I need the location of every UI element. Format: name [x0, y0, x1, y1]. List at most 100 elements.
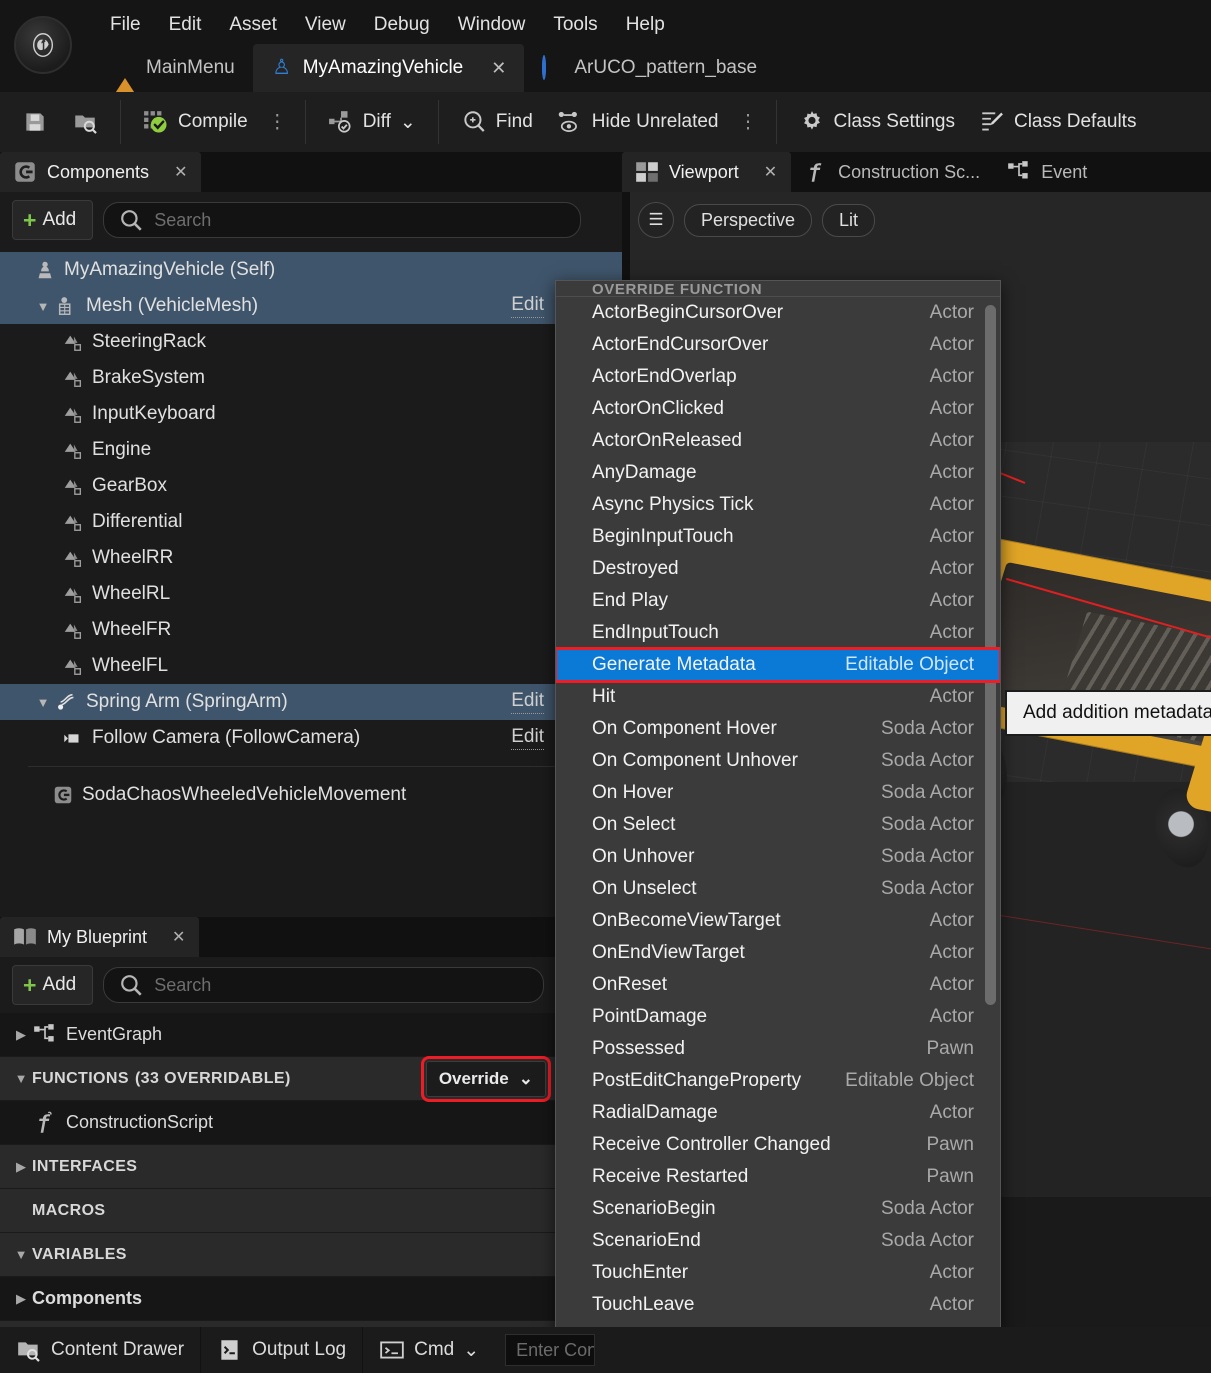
console-command-input[interactable]: Enter Console Command	[505, 1334, 596, 1366]
diff-button[interactable]: Diff ⌄	[316, 102, 428, 142]
unreal-engine-logo-icon[interactable]	[14, 16, 72, 74]
tab-components[interactable]: Components ✕	[0, 152, 202, 192]
override-menu-item[interactable]: OnEndViewTarget Actor	[556, 937, 1000, 969]
tree-item-myamazingvehicle-self[interactable]: MyAmazingVehicle (Self)	[0, 252, 622, 288]
override-menu-item[interactable]: AnyDamage Actor	[556, 457, 1000, 489]
blueprint-variable-group-components[interactable]: ▶ Components	[0, 1277, 556, 1321]
override-menu-item[interactable]: TouchEnter Actor	[556, 1257, 1000, 1289]
tree-item-wheelrr[interactable]: WheelRR	[0, 540, 622, 576]
override-menu-item[interactable]: ActorOnClicked Actor	[556, 393, 1000, 425]
tree-item-sodachaoswheeledvehiclemovement[interactable]: SodaChaosWheeledVehicleMovement	[0, 777, 622, 813]
menu-item-window[interactable]: Window	[444, 8, 540, 42]
override-function-dropdown[interactable]: OVERRIDE FUNCTION ActorBeginCursorOver Ac…	[555, 280, 1001, 1367]
menu-item-help[interactable]: Help	[612, 8, 679, 42]
override-menu-item[interactable]: On Hover Soda Actor	[556, 777, 1000, 809]
hide-unrelated-options-kebab-icon[interactable]: ⋮	[731, 105, 766, 140]
override-menu-item[interactable]: RadialDamage Actor	[556, 1097, 1000, 1129]
override-menu-item[interactable]: PostEditChangeProperty Editable Object	[556, 1065, 1000, 1097]
tree-item-differential[interactable]: Differential	[0, 504, 622, 540]
content-drawer-button[interactable]: Content Drawer	[0, 1327, 202, 1373]
override-menu-item[interactable]: ActorEndOverlap Actor	[556, 361, 1000, 393]
edit-link[interactable]: Edit	[511, 294, 544, 318]
override-menu-item[interactable]: BeginInputTouch Actor	[556, 521, 1000, 553]
override-menu-item[interactable]: ScenarioEnd Soda Actor	[556, 1225, 1000, 1257]
tree-item-steeringrack[interactable]: SteeringRack	[0, 324, 622, 360]
menu-item-edit[interactable]: Edit	[155, 8, 216, 42]
override-menu-item[interactable]: Receive Controller Changed Pawn	[556, 1129, 1000, 1161]
override-menu-item[interactable]: OnBecomeViewTarget Actor	[556, 905, 1000, 937]
override-menu-scrollbar[interactable]	[985, 305, 996, 1345]
override-menu-item[interactable]: PointDamage Actor	[556, 1001, 1000, 1033]
tree-item-follow-camera[interactable]: Follow Camera (FollowCamera) Edit	[0, 720, 622, 756]
override-menu-item[interactable]: ActorEndCursorOver Actor	[556, 329, 1000, 361]
output-log-button[interactable]: Output Log	[201, 1327, 364, 1373]
blueprint-item-eventgraph[interactable]: ▶ EventGraph	[0, 1013, 556, 1057]
class-defaults-button[interactable]: Class Defaults	[967, 102, 1149, 142]
close-icon[interactable]: ✕	[764, 162, 777, 182]
menu-item-view[interactable]: View	[291, 8, 360, 42]
chevron-down-icon[interactable]: ▼	[10, 1247, 32, 1262]
chevron-right-icon[interactable]: ▶	[10, 1027, 32, 1043]
add-component-button[interactable]: + Add	[12, 200, 94, 240]
close-icon[interactable]: ✕	[172, 927, 185, 947]
override-menu-item[interactable]: ScenarioBegin Soda Actor	[556, 1193, 1000, 1225]
chevron-right-icon[interactable]: ▶	[10, 1159, 32, 1175]
edit-link[interactable]: Edit	[511, 690, 544, 714]
components-search-input[interactable]: Search	[103, 202, 582, 238]
myblueprint-search-input[interactable]: Search	[103, 967, 544, 1003]
chevron-down-icon[interactable]: ▼	[32, 695, 54, 710]
override-menu-item[interactable]: EndInputTouch Actor	[556, 617, 1000, 649]
blueprint-category-variables[interactable]: ▼ VARIABLES	[0, 1233, 556, 1277]
asset-tab-aruco-pattern-base[interactable]: ArUCO_pattern_base	[524, 44, 775, 92]
viewport-shading-mode-button[interactable]: Lit	[822, 203, 876, 237]
override-menu-item[interactable]: On Component Unhover Soda Actor	[556, 745, 1000, 777]
override-menu-item[interactable]: On Unhover Soda Actor	[556, 841, 1000, 873]
menu-item-file[interactable]: File	[96, 8, 155, 42]
tree-item-wheelfl[interactable]: WheelFL	[0, 648, 622, 684]
menu-item-tools[interactable]: Tools	[539, 8, 611, 42]
tree-item-wheelrl[interactable]: WheelRL	[0, 576, 622, 612]
save-button[interactable]	[10, 102, 60, 142]
hide-unrelated-button[interactable]: Hide Unrelated	[545, 102, 731, 142]
tab-event-graph[interactable]: Event	[994, 152, 1101, 192]
tab-viewport[interactable]: Viewport ✕	[622, 152, 792, 192]
tree-item-spring-arm[interactable]: ▼ Spring Arm (SpringArm) Edit	[0, 684, 622, 720]
browse-to-asset-button[interactable]	[60, 102, 110, 142]
chevron-down-icon[interactable]: ▼	[32, 299, 54, 314]
viewport-options-menu-icon[interactable]: ☰	[638, 202, 674, 238]
asset-tab-myamazingvehicle[interactable]: ♙ MyAmazingVehicle ✕	[252, 44, 525, 92]
override-menu-item[interactable]: ActorBeginCursorOver Actor	[556, 297, 1000, 329]
class-settings-button[interactable]: Class Settings	[787, 102, 967, 142]
cmd-button[interactable]: Cmd ⌄	[363, 1327, 495, 1373]
compile-options-kebab-icon[interactable]: ⋮	[260, 105, 295, 140]
add-blueprint-item-button[interactable]: + Add	[12, 965, 94, 1005]
tree-item-wheelfr[interactable]: WheelFR	[0, 612, 622, 648]
override-menu-item[interactable]: On Unselect Soda Actor	[556, 873, 1000, 905]
chevron-right-icon[interactable]: ▶	[10, 1291, 32, 1307]
tree-item-mesh-vehiclemesh[interactable]: ▼ Mesh (VehicleMesh) Edit	[0, 288, 622, 324]
close-icon[interactable]: ✕	[174, 162, 187, 182]
tree-item-engine[interactable]: Engine	[0, 432, 622, 468]
override-menu-item[interactable]: On Select Soda Actor	[556, 809, 1000, 841]
override-dropdown-button[interactable]: Override ⌄	[420, 1055, 552, 1102]
tree-item-inputkeyboard[interactable]: InputKeyboard	[0, 396, 622, 432]
tree-item-gearbox[interactable]: GearBox	[0, 468, 622, 504]
chevron-down-icon[interactable]: ▼	[10, 1071, 32, 1086]
override-menu-item[interactable]: OnReset Actor	[556, 969, 1000, 1001]
menu-item-asset[interactable]: Asset	[215, 8, 291, 42]
override-menu-item[interactable]: Destroyed Actor	[556, 553, 1000, 585]
override-menu-item[interactable]: On Component Hover Soda Actor	[556, 713, 1000, 745]
override-menu-item[interactable]: End Play Actor	[556, 585, 1000, 617]
viewport-view-mode-button[interactable]: Perspective	[684, 203, 813, 237]
override-menu-item[interactable]: Hit Actor	[556, 681, 1000, 713]
override-menu-item[interactable]: Receive Restarted Pawn	[556, 1161, 1000, 1193]
compile-button[interactable]: Compile	[131, 102, 260, 142]
override-menu-item[interactable]: Generate Metadata Editable Object	[556, 647, 1000, 683]
asset-tab-mainmenu[interactable]: MainMenu	[96, 44, 253, 95]
blueprint-item-constructionscript[interactable]: ConstructionScript	[0, 1101, 556, 1145]
override-menu-item[interactable]: TouchLeave Actor	[556, 1289, 1000, 1321]
tab-my-blueprint[interactable]: My Blueprint ✕	[0, 917, 200, 957]
edit-link[interactable]: Edit	[511, 726, 544, 750]
find-button[interactable]: Find	[449, 102, 545, 142]
override-menu-item[interactable]: Async Physics Tick Actor	[556, 489, 1000, 521]
